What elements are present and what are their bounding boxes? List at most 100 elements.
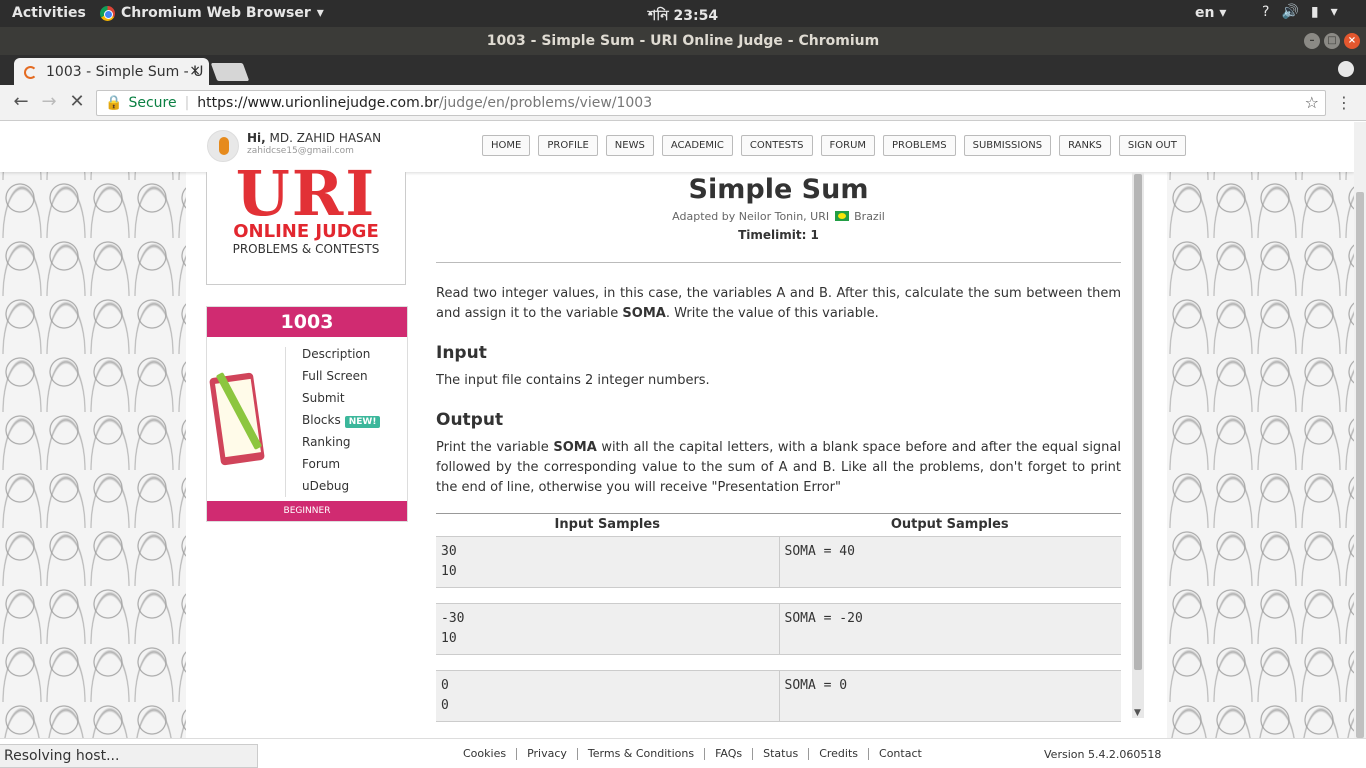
sample-input: 30 10 bbox=[441, 544, 457, 579]
new-tab-button[interactable] bbox=[210, 63, 250, 81]
nav-contests[interactable]: CONTESTS bbox=[740, 135, 813, 156]
page-scrollbar[interactable] bbox=[1354, 122, 1366, 738]
nav-forum[interactable]: FORUM bbox=[820, 135, 876, 156]
new-badge: NEW! bbox=[344, 416, 381, 428]
output-bold: SOMA bbox=[553, 440, 597, 455]
back-arrow-icon[interactable]: ← bbox=[10, 91, 32, 112]
user-info[interactable]: Hi, MD. ZAHID HASAN zahidcse15@gmail.com bbox=[247, 131, 381, 156]
chromium-icon bbox=[100, 5, 115, 21]
address-separator: | bbox=[184, 95, 190, 111]
output-heading: Output bbox=[436, 410, 504, 430]
output-description: Print the variable SOMA with all the cap… bbox=[436, 438, 1121, 498]
page-scroll-thumb[interactable] bbox=[1356, 192, 1364, 738]
content-scrollbar[interactable]: ▼ bbox=[1132, 172, 1144, 718]
minimize-button[interactable]: – bbox=[1304, 33, 1320, 49]
window-controls: – □ × bbox=[1304, 33, 1360, 49]
output-samples-header: Output Samples bbox=[890, 517, 1009, 532]
nav-home[interactable]: HOME bbox=[482, 135, 531, 156]
close-window-button[interactable]: × bbox=[1344, 33, 1360, 49]
profile-icon[interactable] bbox=[1338, 61, 1354, 77]
sample-row: 30 10 SOMA = 40 bbox=[436, 536, 1121, 588]
samples-header: Input Samples Output Samples bbox=[436, 514, 1121, 536]
chevron-down-icon: ▾ bbox=[1330, 4, 1338, 20]
intro-text-end: . Write the value of this variable. bbox=[665, 306, 879, 321]
language-indicator[interactable]: en ▾ bbox=[1195, 5, 1226, 21]
sample-row: 0 0 SOMA = 0 bbox=[436, 670, 1121, 722]
sample-input: -30 10 bbox=[441, 611, 465, 646]
loading-spinner-icon bbox=[24, 66, 37, 79]
window-titlebar: 1003 - Simple Sum - URI Online Judge - C… bbox=[0, 27, 1366, 55]
footer-link-privacy[interactable]: Privacy bbox=[516, 748, 577, 760]
footer-link-status[interactable]: Status bbox=[752, 748, 808, 760]
volume-icon: 🔊 bbox=[1281, 4, 1299, 20]
brazil-flag-icon bbox=[834, 211, 849, 221]
problem-content: Simple Sum Adapted by Neilor Tonin, URI … bbox=[436, 172, 1121, 738]
input-samples-header: Input Samples bbox=[554, 517, 660, 532]
link-full-screen[interactable]: Full Screen bbox=[302, 369, 380, 391]
link-blocks[interactable]: Blocks NEW! bbox=[302, 413, 381, 435]
clock[interactable]: শনি 23:54 bbox=[648, 4, 718, 28]
logo-online-judge: ONLINE JUDGE bbox=[233, 221, 379, 242]
forward-arrow-icon[interactable]: → bbox=[38, 91, 60, 112]
nav-academic[interactable]: ACADEMIC bbox=[661, 135, 733, 156]
problem-description: Read two integer values, in this case, t… bbox=[436, 284, 1121, 324]
nav-submissions[interactable]: SUBMISSIONS bbox=[963, 135, 1052, 156]
url-path: /judge/en/problems/view/1003 bbox=[438, 95, 653, 111]
maximize-button[interactable]: □ bbox=[1324, 33, 1340, 49]
problem-menu-box: 1003 Description Full Screen Submit Bloc… bbox=[206, 306, 408, 522]
logo-uri: URI bbox=[235, 157, 377, 230]
tab-active[interactable]: 1003 - Simple Sum - U × bbox=[14, 58, 209, 85]
language-label: en bbox=[1195, 5, 1215, 21]
link-forum[interactable]: Forum bbox=[302, 457, 380, 479]
system-tray[interactable]: ? 🔊 ▮ ▾ bbox=[1262, 4, 1338, 20]
footer-link-contact[interactable]: Contact bbox=[868, 748, 932, 760]
intro-bold: SOMA bbox=[622, 306, 666, 321]
divider bbox=[436, 262, 1121, 263]
footer-link-credits[interactable]: Credits bbox=[808, 748, 868, 760]
site-header: Hi, MD. ZAHID HASAN zahidcse15@gmail.com… bbox=[0, 122, 1354, 172]
footer-link-cookies[interactable]: Cookies bbox=[463, 748, 516, 760]
footer-link-faqs[interactable]: FAQs bbox=[704, 748, 752, 760]
sample-output: SOMA = 0 bbox=[778, 671, 1122, 721]
browser-menu-icon[interactable]: ⋮ bbox=[1336, 93, 1352, 112]
web-page: Hi, MD. ZAHID HASAN zahidcse15@gmail.com… bbox=[0, 122, 1354, 738]
logo-tagline: PROBLEMS & CONTESTS bbox=[232, 242, 380, 256]
avatar[interactable] bbox=[207, 130, 239, 162]
input-description: The input file contains 2 integer number… bbox=[436, 373, 710, 388]
close-tab-icon[interactable]: × bbox=[189, 63, 201, 79]
address-bar[interactable]: 🔒 Secure | https://www.urionlinejudge.co… bbox=[96, 90, 1326, 116]
crowd-background-right bbox=[1167, 122, 1354, 738]
link-ranking[interactable]: Ranking bbox=[302, 435, 380, 457]
footer-link-terms[interactable]: Terms & Conditions bbox=[576, 748, 704, 760]
link-description[interactable]: Description bbox=[302, 347, 380, 369]
nav-news[interactable]: NEWS bbox=[605, 135, 654, 156]
sample-output: SOMA = -20 bbox=[778, 604, 1122, 654]
bookmark-star-icon[interactable]: ☆ bbox=[1305, 91, 1319, 115]
nav-ranks[interactable]: RANKS bbox=[1059, 135, 1111, 156]
main-nav: HOME PROFILE NEWS ACADEMIC CONTESTS FORU… bbox=[482, 135, 1186, 156]
activities-button[interactable]: Activities bbox=[12, 5, 86, 21]
link-udebug[interactable]: uDebug bbox=[302, 479, 380, 501]
content-scroll-thumb[interactable] bbox=[1134, 174, 1142, 670]
nav-profile[interactable]: PROFILE bbox=[538, 135, 598, 156]
problem-author: Adapted by Neilor Tonin, URI Brazil bbox=[436, 210, 1121, 223]
tab-title: 1003 - Simple Sum - U bbox=[46, 64, 204, 80]
footer-links: Cookies Privacy Terms & Conditions FAQs … bbox=[463, 748, 932, 760]
link-submit[interactable]: Submit bbox=[302, 391, 380, 413]
scroll-down-arrow-icon[interactable]: ▼ bbox=[1134, 708, 1141, 718]
country-name: Brazil bbox=[854, 210, 885, 223]
nav-problems[interactable]: PROBLEMS bbox=[883, 135, 956, 156]
time-limit: Timelimit: 1 bbox=[738, 228, 819, 242]
version-label: Version 5.4.2.060518 bbox=[1044, 748, 1162, 761]
site-logo[interactable]: URI ONLINE JUDGE PROBLEMS & CONTESTS bbox=[206, 163, 406, 285]
crowd-background-left bbox=[0, 122, 186, 738]
nav-sign-out[interactable]: SIGN OUT bbox=[1118, 135, 1186, 156]
stop-loading-icon[interactable]: ✕ bbox=[66, 91, 88, 112]
app-menu[interactable]: Chromium Web Browser ▾ bbox=[100, 5, 324, 21]
sample-row: -30 10 SOMA = -20 bbox=[436, 603, 1121, 655]
blocks-label: Blocks bbox=[302, 413, 341, 427]
app-name: Chromium Web Browser bbox=[121, 5, 311, 21]
url-host: https://www.urionlinejudge.com.br bbox=[197, 95, 439, 111]
user-email: zahidcse15@gmail.com bbox=[247, 146, 354, 156]
difficulty-level: BEGINNER bbox=[207, 501, 407, 521]
